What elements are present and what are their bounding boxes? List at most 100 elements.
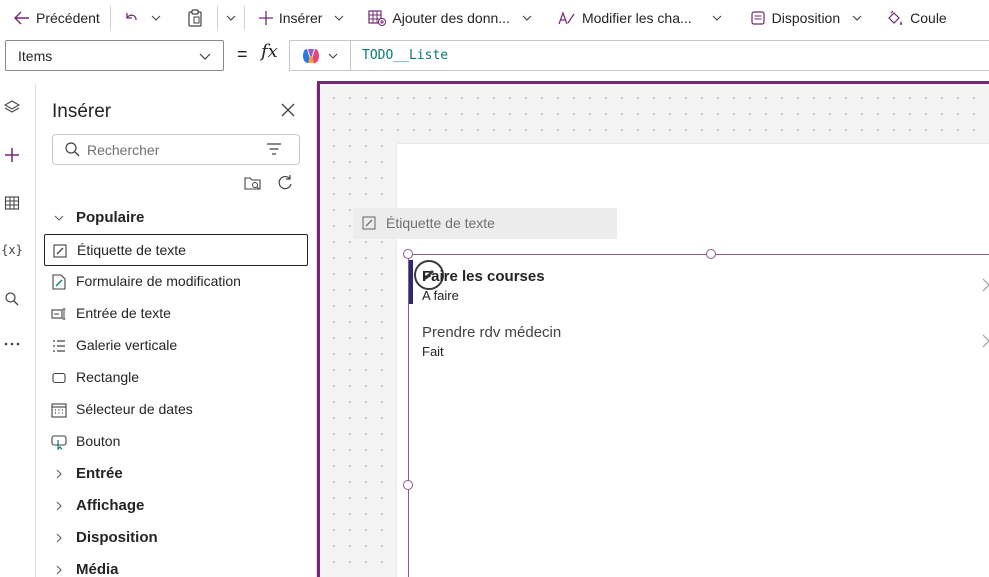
insert-item-text-label[interactable]: Étiquette de texte: [44, 234, 308, 266]
resize-handle-top-left[interactable]: [403, 249, 413, 259]
drag-ghost-text-label: Étiquette de texte: [353, 208, 617, 239]
search-icon: [65, 142, 80, 157]
chevron-right-icon[interactable]: [982, 334, 989, 348]
insert-item-edit-form[interactable]: Formulaire de modification: [44, 266, 308, 298]
copilot-button[interactable]: [289, 40, 350, 71]
section-label: Média: [76, 561, 119, 577]
insert-label: Insérer: [278, 10, 323, 26]
data-table-icon[interactable]: [3, 194, 21, 212]
chevron-right-icon: [56, 501, 62, 511]
text-input-icon: [51, 306, 67, 322]
undo-icon: [126, 13, 137, 21]
section-display[interactable]: Affichage: [36, 491, 316, 521]
insert-button[interactable]: Insérer: [249, 0, 351, 36]
section-label: Affichage: [76, 497, 145, 514]
section-layout[interactable]: Disposition: [36, 523, 316, 553]
command-bar: Précédent Insérer Ajouter des donn... Mo…: [0, 0, 989, 36]
insert-item-button[interactable]: Bouton: [44, 426, 308, 458]
edit-form-icon: [51, 274, 67, 290]
chevron-right-icon: [56, 565, 62, 575]
resize-handle-middle-left[interactable]: [403, 480, 413, 490]
left-rail: {x}: [0, 84, 36, 577]
design-canvas[interactable]: Étiquette de texte Faire les courses A f…: [317, 81, 989, 577]
divider: [216, 6, 218, 30]
insert-item-text-input[interactable]: Entrée de texte: [44, 298, 308, 330]
close-icon[interactable]: [280, 102, 296, 118]
modify-fields-button[interactable]: Modifier les cha...: [538, 0, 728, 36]
date-picker-icon: [51, 402, 67, 418]
chevron-down-icon: [852, 15, 862, 21]
paste-dropdown[interactable]: [222, 0, 240, 36]
chevron-down-icon: [522, 15, 532, 21]
layout-label: Disposition: [771, 10, 841, 26]
insert-item-date-picker[interactable]: Sélecteur de dates: [44, 394, 308, 426]
gallery-row-title: Faire les courses: [422, 268, 545, 285]
rectangle-icon: [51, 370, 67, 386]
button-icon: [51, 434, 67, 450]
layout-button[interactable]: Disposition: [728, 0, 868, 36]
equals-sign: =: [237, 44, 248, 64]
layout-icon: [751, 11, 765, 25]
resize-handle-top-middle[interactable]: [706, 249, 716, 259]
item-label: Étiquette de texte: [77, 242, 186, 258]
section-media[interactable]: Média: [36, 555, 316, 577]
chevron-right-icon[interactable]: [982, 278, 989, 292]
insert-item-vertical-gallery[interactable]: Galerie verticale: [44, 330, 308, 362]
paint-bucket-icon: [888, 10, 903, 25]
search-box: [52, 134, 300, 165]
section-label: Disposition: [76, 529, 158, 546]
folder-search-icon[interactable]: [244, 175, 262, 191]
formula-bar: Items = fx TODO__Liste: [0, 38, 989, 74]
paste-button[interactable]: [165, 0, 213, 36]
back-button[interactable]: Précédent: [0, 0, 106, 36]
section-popular[interactable]: Populaire: [36, 203, 316, 233]
chevron-right-icon: [56, 469, 62, 479]
arrow-left-icon: [14, 11, 29, 25]
plus-icon: [258, 11, 273, 25]
chevron-down-icon: [54, 215, 64, 221]
selected-row-indicator: [409, 260, 413, 304]
formula-input[interactable]: TODO__Liste: [350, 40, 989, 71]
variables-icon[interactable]: {x}: [1, 241, 23, 259]
copilot-icon: [303, 48, 319, 63]
back-label: Précédent: [36, 10, 100, 26]
color-button[interactable]: Coule: [868, 0, 947, 36]
undo-dropdown[interactable]: [147, 0, 165, 36]
undo-button[interactable]: [115, 0, 147, 36]
search-input[interactable]: [87, 139, 247, 161]
drag-ghost-label: Étiquette de texte: [386, 215, 495, 231]
modify-fields-label: Modifier les cha...: [581, 10, 692, 26]
refresh-icon[interactable]: [276, 174, 294, 192]
chevron-right-icon: [56, 533, 62, 543]
property-value: Items: [18, 47, 53, 64]
vertical-gallery[interactable]: Faire les courses A faire Prendre rdv mé…: [408, 254, 989, 577]
filter-icon[interactable]: [267, 143, 281, 155]
item-label: Galerie verticale: [76, 337, 178, 353]
gallery-row-subtitle: A faire: [422, 288, 459, 303]
section-label: Entrée: [76, 465, 123, 482]
layers-icon[interactable]: [3, 98, 21, 116]
table-add-icon: [368, 10, 387, 26]
more-options-icon[interactable]: [3, 335, 21, 353]
item-label: Formulaire de modification: [76, 273, 241, 289]
fx-icon[interactable]: fx: [261, 41, 278, 62]
insert-item-rectangle[interactable]: Rectangle: [44, 362, 308, 394]
property-dropdown[interactable]: Items: [5, 40, 224, 71]
vertical-gallery-icon: [51, 338, 67, 354]
pen-fields-icon: [558, 11, 575, 25]
clipboard-icon: [188, 9, 202, 27]
item-label: Bouton: [76, 433, 121, 449]
chevron-down-icon: [335, 15, 344, 21]
panel-title: Insérer: [52, 101, 112, 122]
chevron-down-icon: [328, 53, 338, 59]
chevron-down-icon: [199, 53, 211, 60]
add-data-button[interactable]: Ajouter des donn...: [350, 0, 538, 36]
add-data-label: Ajouter des donn...: [392, 10, 510, 26]
insert-plus-icon[interactable]: [3, 146, 21, 164]
chevron-down-icon: [151, 15, 161, 21]
search-icon[interactable]: [3, 290, 21, 308]
item-label: Rectangle: [76, 369, 140, 385]
gallery-row-subtitle: Fait: [422, 344, 444, 359]
section-input[interactable]: Entrée: [36, 459, 316, 489]
divider: [243, 6, 245, 30]
